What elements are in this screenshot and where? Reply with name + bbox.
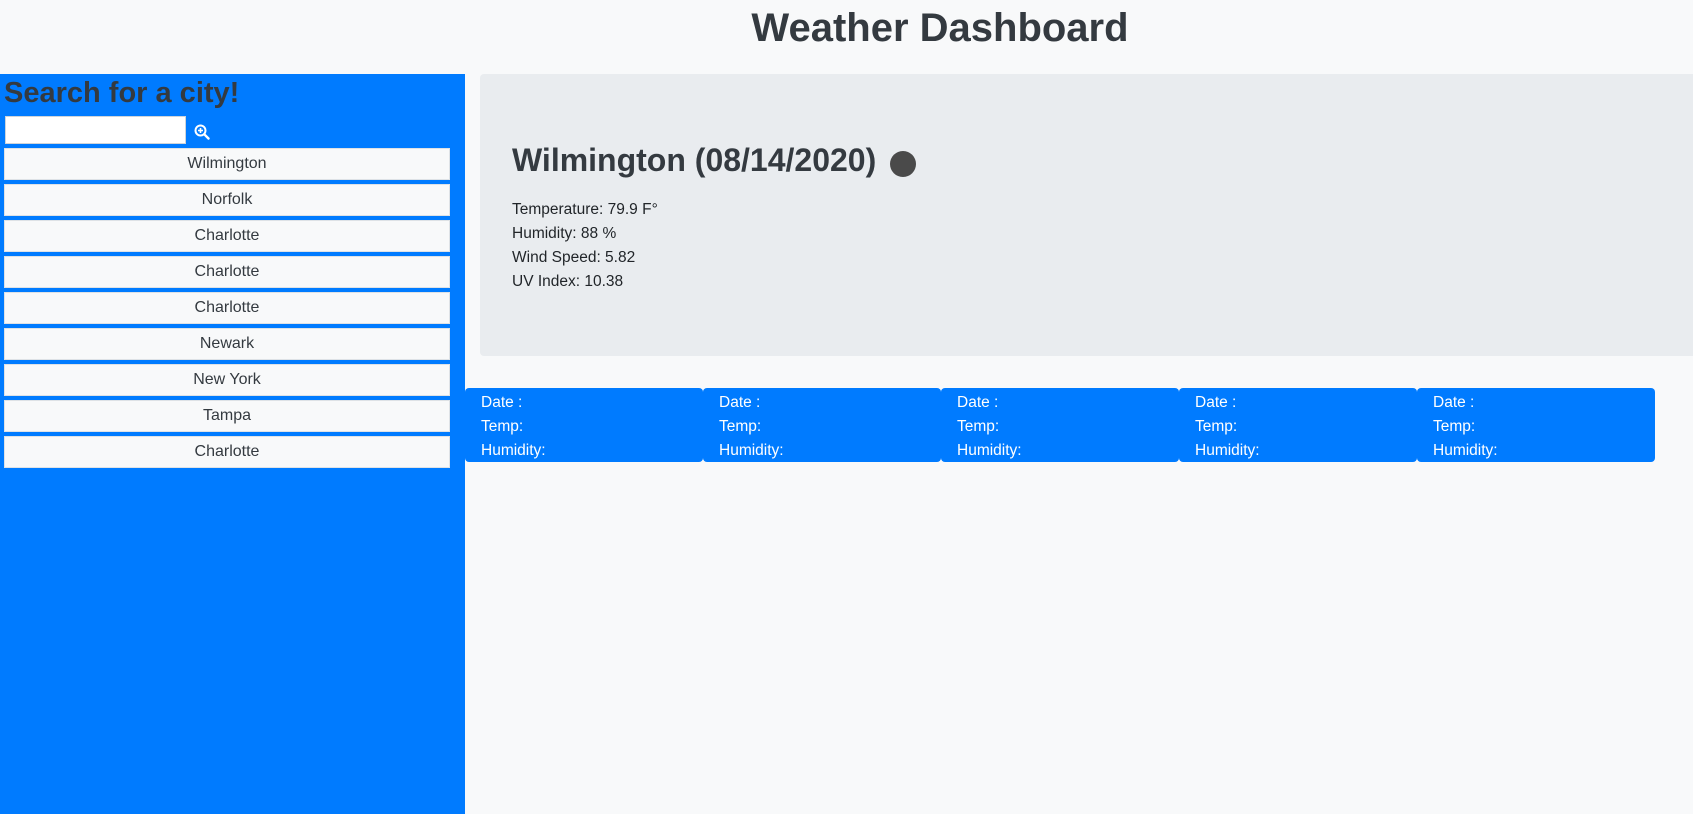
city-history-item[interactable]: New York <box>4 364 450 396</box>
forecast-card: Date : Temp: Humidity: <box>465 388 703 462</box>
forecast-date: Date : <box>719 394 761 411</box>
sidebar-heading: Search for a city! <box>4 77 240 109</box>
forecast-date: Date : <box>481 394 523 411</box>
current-weather-panel <box>480 74 1693 356</box>
forecast-humidity: Humidity: <box>481 442 546 459</box>
uv-index-text: UV Index: 10.38 <box>512 273 624 290</box>
humidity-text: Humidity: 88 % <box>512 225 617 242</box>
city-search-input[interactable] <box>5 116 186 144</box>
city-history-item[interactable]: Wilmington <box>4 148 450 180</box>
forecast-temp: Temp: <box>1433 418 1476 435</box>
forecast-humidity: Humidity: <box>1195 442 1260 459</box>
forecast-date: Date : <box>1195 394 1237 411</box>
city-history-item[interactable]: Charlotte <box>4 220 450 252</box>
search-button[interactable] <box>191 121 213 143</box>
search-zoom-icon <box>194 124 210 140</box>
city-history-item[interactable]: Charlotte <box>4 436 450 468</box>
city-history-item[interactable]: Norfolk <box>4 184 450 216</box>
wind-speed-text: Wind Speed: 5.82 <box>512 249 636 266</box>
current-weather-stats: Temperature: 79.9 F° Humidity: 88 % Wind… <box>512 198 658 294</box>
city-history-item[interactable]: Newark <box>4 328 450 360</box>
forecast-card: Date : Temp: Humidity: <box>941 388 1179 462</box>
temperature-text: Temperature: 79.9 F° <box>512 201 658 218</box>
forecast-temp: Temp: <box>957 418 1000 435</box>
city-history-list: Wilmington Norfolk Charlotte Charlotte C… <box>4 148 450 472</box>
forecast-temp: Temp: <box>1195 418 1238 435</box>
city-history-item[interactable]: Charlotte <box>4 292 450 324</box>
city-history-item[interactable]: Charlotte <box>4 256 450 288</box>
city-history-item[interactable]: Tampa <box>4 400 450 432</box>
weather-icon <box>890 151 916 177</box>
forecast-humidity: Humidity: <box>1433 442 1498 459</box>
forecast-humidity: Humidity: <box>719 442 784 459</box>
page-title: Weather Dashboard <box>751 6 1129 50</box>
forecast-temp: Temp: <box>481 418 524 435</box>
forecast-date: Date : <box>957 394 999 411</box>
forecast-card: Date : Temp: Humidity: <box>1179 388 1417 462</box>
forecast-temp: Temp: <box>719 418 762 435</box>
forecast-card: Date : Temp: Humidity: <box>703 388 941 462</box>
forecast-card: Date : Temp: Humidity: <box>1417 388 1655 462</box>
forecast-humidity: Humidity: <box>957 442 1022 459</box>
current-city-title: Wilmington (08/14/2020) <box>512 142 877 178</box>
forecast-date: Date : <box>1433 394 1475 411</box>
